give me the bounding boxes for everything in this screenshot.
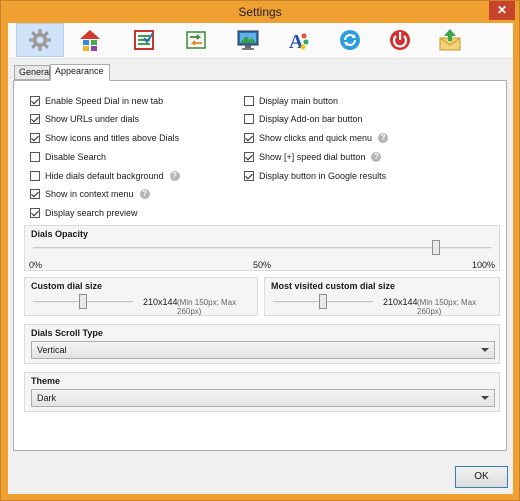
client-area: A General Appearance Enable Speed Dial i… <box>8 23 513 494</box>
most-visited-dial-size-title: Most visited custom dial size <box>271 281 396 291</box>
toolbar-checklist-button[interactable] <box>120 23 168 57</box>
dials-scroll-type-group: Dials Scroll Type Vertical <box>24 324 500 364</box>
custom-dial-size-hint: (Min 150px; Max 260px) <box>177 298 237 316</box>
checkbox[interactable] <box>244 114 254 124</box>
theme-title: Theme <box>31 376 61 386</box>
option-label: Show [+] speed dial button <box>259 152 366 162</box>
help-icon[interactable]: ? <box>371 152 382 162</box>
option-show-context-menu[interactable]: Show in context menu ? <box>30 188 150 200</box>
custom-dial-slider-thumb[interactable] <box>79 294 87 309</box>
toolbar-home-button[interactable] <box>66 23 114 57</box>
checkbox[interactable] <box>244 133 254 143</box>
tab-appearance[interactable]: Appearance <box>50 64 110 81</box>
most-visited-dial-size-value: 210x144 <box>383 297 418 307</box>
toolbar-settings-button[interactable] <box>16 23 64 57</box>
checkbox[interactable] <box>30 189 40 199</box>
import-export-icon <box>186 31 206 49</box>
option-label: Show clicks and quick menu <box>259 133 373 143</box>
monitor-icon <box>237 30 259 50</box>
mail-upload-icon <box>439 29 461 51</box>
chevron-down-icon <box>481 396 489 400</box>
title-bar: Settings ✕ <box>1 1 519 23</box>
custom-dial-size-title: Custom dial size <box>31 281 103 291</box>
option-label: Disable Search <box>45 152 107 162</box>
option-show-urls[interactable]: Show URLs under dials <box>30 113 139 125</box>
opacity-min-label: 0% <box>29 260 43 270</box>
dials-opacity-title: Dials Opacity <box>31 229 89 239</box>
help-icon[interactable]: ? <box>378 133 389 143</box>
toolbar-power-button[interactable] <box>376 23 424 57</box>
option-label: Enable Speed Dial in new tab <box>45 96 164 106</box>
power-icon <box>390 30 410 50</box>
checkbox[interactable] <box>244 152 254 162</box>
dials-scroll-type-value: Vertical <box>37 345 67 355</box>
help-icon[interactable]: ? <box>169 171 180 181</box>
option-display-google-button[interactable]: Display button in Google results <box>244 170 386 182</box>
settings-window: Settings ✕ A General Appearance Enable S… <box>0 0 520 501</box>
checklist-icon <box>134 30 154 50</box>
option-label: Display button in Google results <box>259 171 387 181</box>
sync-icon <box>340 30 360 50</box>
option-display-addon-bar[interactable]: Display Add-on bar button <box>244 113 363 125</box>
option-label: Show URLs under dials <box>45 114 140 124</box>
theme-value: Dark <box>37 393 57 403</box>
theme-group: Theme Dark <box>24 372 500 412</box>
checkbox[interactable] <box>30 114 40 124</box>
checkbox[interactable] <box>30 133 40 143</box>
option-enable-speed-dial[interactable]: Enable Speed Dial in new tab <box>30 95 163 107</box>
dials-scroll-type-title: Dials Scroll Type <box>31 328 103 338</box>
toolbar-import-export-button[interactable] <box>172 23 220 57</box>
option-label: Show icons and titles above Dials <box>45 133 180 143</box>
window-title: Settings <box>238 5 282 19</box>
most-visited-dial-size-group: Most visited custom dial size 210x144 (M… <box>264 277 500 316</box>
toolbar-font-button[interactable]: A <box>274 23 322 57</box>
option-show-clicks-quick-menu[interactable]: Show clicks and quick menu ? <box>244 132 389 144</box>
gear-icon <box>29 29 51 51</box>
option-label: Display main button <box>259 96 339 106</box>
chevron-down-icon <box>481 348 489 352</box>
ok-button[interactable]: OK <box>455 466 508 488</box>
toolbar-sync-button[interactable] <box>326 23 374 57</box>
option-show-plus-button[interactable]: Show [+] speed dial button ? <box>244 151 382 163</box>
help-icon[interactable]: ? <box>139 189 150 199</box>
checkbox[interactable] <box>30 208 40 218</box>
tab-general[interactable]: General <box>14 65 51 80</box>
checkbox[interactable] <box>30 171 40 181</box>
theme-select[interactable]: Dark <box>31 389 495 407</box>
opacity-max-label: 100% <box>471 260 495 270</box>
home-grid-icon <box>80 30 100 51</box>
option-label: Hide dials default background <box>45 171 164 181</box>
option-display-search-preview[interactable]: Display search preview <box>30 207 138 219</box>
custom-dial-size-value: 210x144 <box>143 297 178 307</box>
toolbar-mail-button[interactable] <box>426 23 474 57</box>
appearance-panel: Enable Speed Dial in new tab Show URLs u… <box>13 80 507 451</box>
option-show-icons-titles[interactable]: Show icons and titles above Dials <box>30 132 179 144</box>
checkbox[interactable] <box>30 152 40 162</box>
close-button[interactable]: ✕ <box>489 1 515 20</box>
dials-scroll-type-select[interactable]: Vertical <box>31 341 495 359</box>
custom-dial-size-group: Custom dial size 210x144 (Min 150px; Max… <box>24 277 258 316</box>
toolbar-monitor-button[interactable] <box>224 23 272 57</box>
opacity-slider-track[interactable] <box>33 247 491 249</box>
option-label: Show in context menu <box>45 189 134 199</box>
most-visited-dial-size-hint: (Min 150px; Max 260px) <box>417 298 477 316</box>
option-display-main-button[interactable]: Display main button <box>244 95 338 107</box>
option-label: Display search preview <box>45 208 138 218</box>
option-disable-search[interactable]: Disable Search <box>30 151 106 163</box>
checkbox[interactable] <box>244 96 254 106</box>
dials-opacity-group: Dials Opacity 0% 50% 100% <box>24 225 500 271</box>
toolbar: A <box>8 23 513 59</box>
opacity-slider-thumb[interactable] <box>432 240 441 255</box>
most-visited-slider-thumb[interactable] <box>319 294 327 309</box>
opacity-mid-label: 50% <box>253 260 272 270</box>
option-hide-dials-background[interactable]: Hide dials default background ? <box>30 170 180 182</box>
font-color-icon: A <box>289 31 309 52</box>
checkbox[interactable] <box>30 96 40 106</box>
option-label: Display Add-on bar button <box>259 114 363 124</box>
checkbox[interactable] <box>244 171 254 181</box>
